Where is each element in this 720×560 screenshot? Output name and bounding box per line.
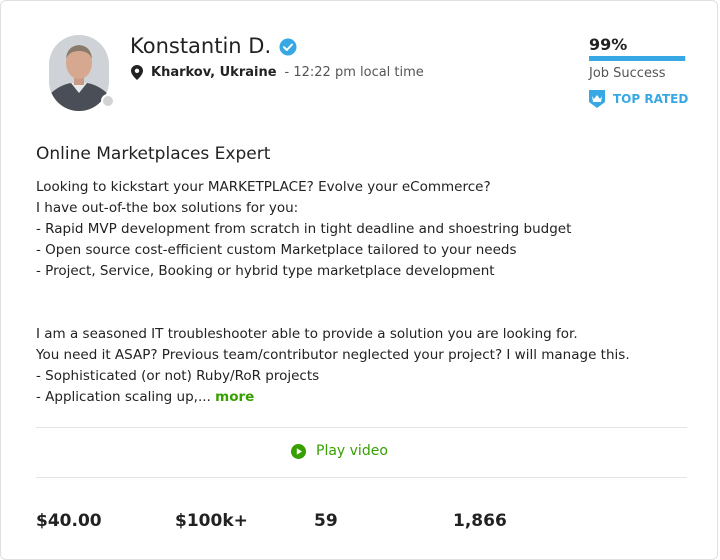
- more-link[interactable]: more: [215, 389, 254, 405]
- location-row: Kharkov, Ukraine - 12:22 pm local time: [131, 65, 424, 80]
- description-line-last: - Application scaling up,... more: [36, 387, 676, 408]
- divider: [36, 427, 687, 428]
- play-video-label: Play video: [316, 443, 388, 459]
- job-success-percent: 99%: [589, 35, 628, 54]
- play-video-button[interactable]: Play video: [291, 443, 388, 459]
- hourly-rate: $40.00: [36, 511, 102, 531]
- description-line: I am a seasoned IT troubleshooter able t…: [36, 326, 578, 342]
- freelancer-name[interactable]: Konstantin D.: [130, 34, 271, 58]
- hours-worked: 1,866: [453, 511, 507, 531]
- location-pin-icon: [131, 65, 143, 80]
- play-icon: [291, 443, 306, 459]
- location-text: Kharkov, Ukraine: [151, 65, 277, 80]
- top-rated-badge: TOP RATED: [589, 90, 688, 108]
- description-line: You need it ASAP? Previous team/contribu…: [36, 347, 630, 363]
- job-success-label: Job Success: [589, 66, 666, 81]
- top-rated-label: TOP RATED: [613, 92, 689, 106]
- job-success-bar-fill: [589, 56, 686, 61]
- profile-title[interactable]: Online Marketplaces Expert: [36, 144, 270, 164]
- description-line: I have out-of-the box solutions for you:: [36, 200, 299, 216]
- profile-description: Looking to kickstart your MARKETPLACE? E…: [36, 177, 676, 408]
- description-line: - Open source cost-efficient custom Mark…: [36, 242, 517, 258]
- jobs-count: 59: [314, 511, 338, 531]
- online-status-dot: [101, 94, 115, 108]
- local-time: - 12:22 pm local time: [284, 65, 424, 80]
- freelancer-name-row: Konstantin D.: [130, 34, 297, 58]
- description-line: - Application scaling up,...: [36, 389, 211, 405]
- description-line: - Sophisticated (or not) Ruby/RoR projec…: [36, 368, 320, 384]
- top-rated-badge-icon: [589, 90, 605, 108]
- description-line: Looking to kickstart your MARKETPLACE? E…: [36, 179, 491, 195]
- verified-icon: [279, 37, 297, 56]
- total-earned: $100k+: [175, 511, 248, 531]
- divider: [36, 477, 687, 478]
- job-success-bar: [589, 56, 686, 61]
- avatar-photo: [49, 35, 109, 111]
- description-line: - Rapid MVP development from scratch in …: [36, 221, 572, 237]
- description-line: - Project, Service, Booking or hybrid ty…: [36, 263, 495, 279]
- avatar[interactable]: [49, 35, 115, 111]
- freelancer-card: Konstantin D. Kharkov, Ukraine - 12:22 p…: [0, 0, 718, 560]
